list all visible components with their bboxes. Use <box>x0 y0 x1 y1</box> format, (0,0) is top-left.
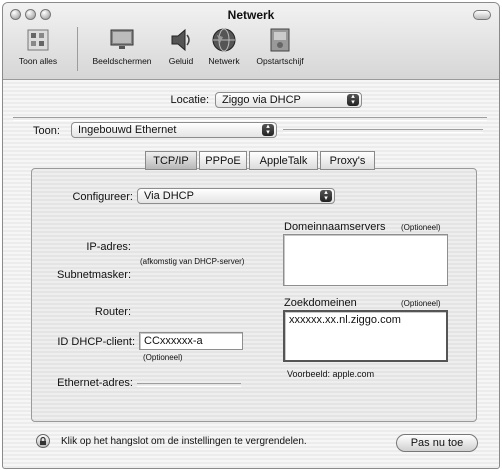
configure-popup[interactable]: Via DHCP ▴ ▾ <box>137 188 335 204</box>
show-label: Toon: <box>33 125 60 137</box>
configure-label: Configureer: <box>72 191 133 203</box>
apply-now-button[interactable]: Pas nu toe <box>396 434 478 452</box>
location-value: Ziggo via DHCP <box>222 94 301 106</box>
speaker-icon <box>168 27 194 53</box>
router-label: Router: <box>94 306 131 318</box>
window-title: Netwerk <box>227 8 275 22</box>
popup-arrows-icon: ▴ ▾ <box>320 189 332 202</box>
ethernet-address-value-line <box>137 383 241 387</box>
globe-icon <box>211 27 237 53</box>
dns-label: Domeinnaamservers <box>284 221 386 233</box>
toolbar-item-displays[interactable]: Beeldschermen <box>87 27 157 66</box>
network-preferences-window: Netwerk Toon alles Beeldschermen Geluid … <box>2 2 500 469</box>
toolbar-label: Netwerk <box>208 56 240 66</box>
ethernet-address-label: Ethernet-adres: <box>57 377 133 389</box>
disk-icon <box>267 27 293 53</box>
tab-tcpip[interactable]: TCP/IP <box>145 151 197 170</box>
toolbar-toggle-button[interactable] <box>473 10 491 20</box>
dns-optional-note: (Optioneel) <box>401 223 441 232</box>
toolbar-label: Toon alles <box>18 56 58 66</box>
tab-proxies[interactable]: Proxy's <box>320 151 375 170</box>
divider <box>13 117 487 121</box>
configure-value: Via DHCP <box>144 190 194 202</box>
display-icon <box>109 27 135 53</box>
subnet-mask-label: Subnetmasker: <box>57 269 131 281</box>
grid-icon <box>25 27 51 53</box>
location-label: Locatie: <box>170 94 209 106</box>
toolbar-label: Geluid <box>168 56 194 66</box>
dns-servers-field[interactable] <box>283 234 448 286</box>
dhcp-client-id-field[interactable]: CCxxxxxx-a <box>139 332 243 350</box>
show-popup[interactable]: Ingebouwd Ethernet ▴ ▾ <box>71 122 277 138</box>
ip-address-note: (afkomstig van DHCP-server) <box>140 257 245 266</box>
dhcp-client-id-note: (Optioneel) <box>143 353 183 362</box>
search-domains-example: Voorbeeld: apple.com <box>287 369 375 379</box>
toolbar-item-sound[interactable]: Geluid <box>163 27 199 66</box>
tab-pppoe[interactable]: PPPoE <box>199 151 247 170</box>
dhcp-client-id-label: ID DHCP-client: <box>57 336 135 348</box>
toolbar-item-show-all[interactable]: Toon alles <box>7 27 69 66</box>
toolbar-label: Beeldschermen <box>92 56 152 66</box>
tab-appletalk[interactable]: AppleTalk <box>249 151 318 170</box>
lock-message: Klik op het hangslot om de instellingen … <box>61 436 307 447</box>
popup-arrows-icon: ▴ ▾ <box>347 93 359 106</box>
lock-icon[interactable] <box>36 434 50 448</box>
search-domains-label: Zoekdomeinen <box>284 297 357 309</box>
search-domains-field[interactable]: xxxxxx.xx.nl.ziggo.com <box>283 310 448 362</box>
toolbar-separator <box>77 27 78 71</box>
search-domains-optional-note: (Optioneel) <box>401 299 441 308</box>
divider <box>283 129 483 133</box>
toolbar-label: Opstartschijf <box>256 56 304 66</box>
show-value: Ingebouwd Ethernet <box>78 124 177 136</box>
toolbar-item-startup-disk[interactable]: Opstartschijf <box>247 27 313 66</box>
ip-address-label: IP-adres: <box>86 241 131 253</box>
title-bar: Netwerk Toon alles Beeldschermen Geluid … <box>3 3 499 80</box>
toolbar-item-network[interactable]: Netwerk <box>202 27 246 66</box>
popup-arrows-icon: ▴ ▾ <box>262 123 274 136</box>
location-popup[interactable]: Ziggo via DHCP ▴ ▾ <box>215 92 362 108</box>
